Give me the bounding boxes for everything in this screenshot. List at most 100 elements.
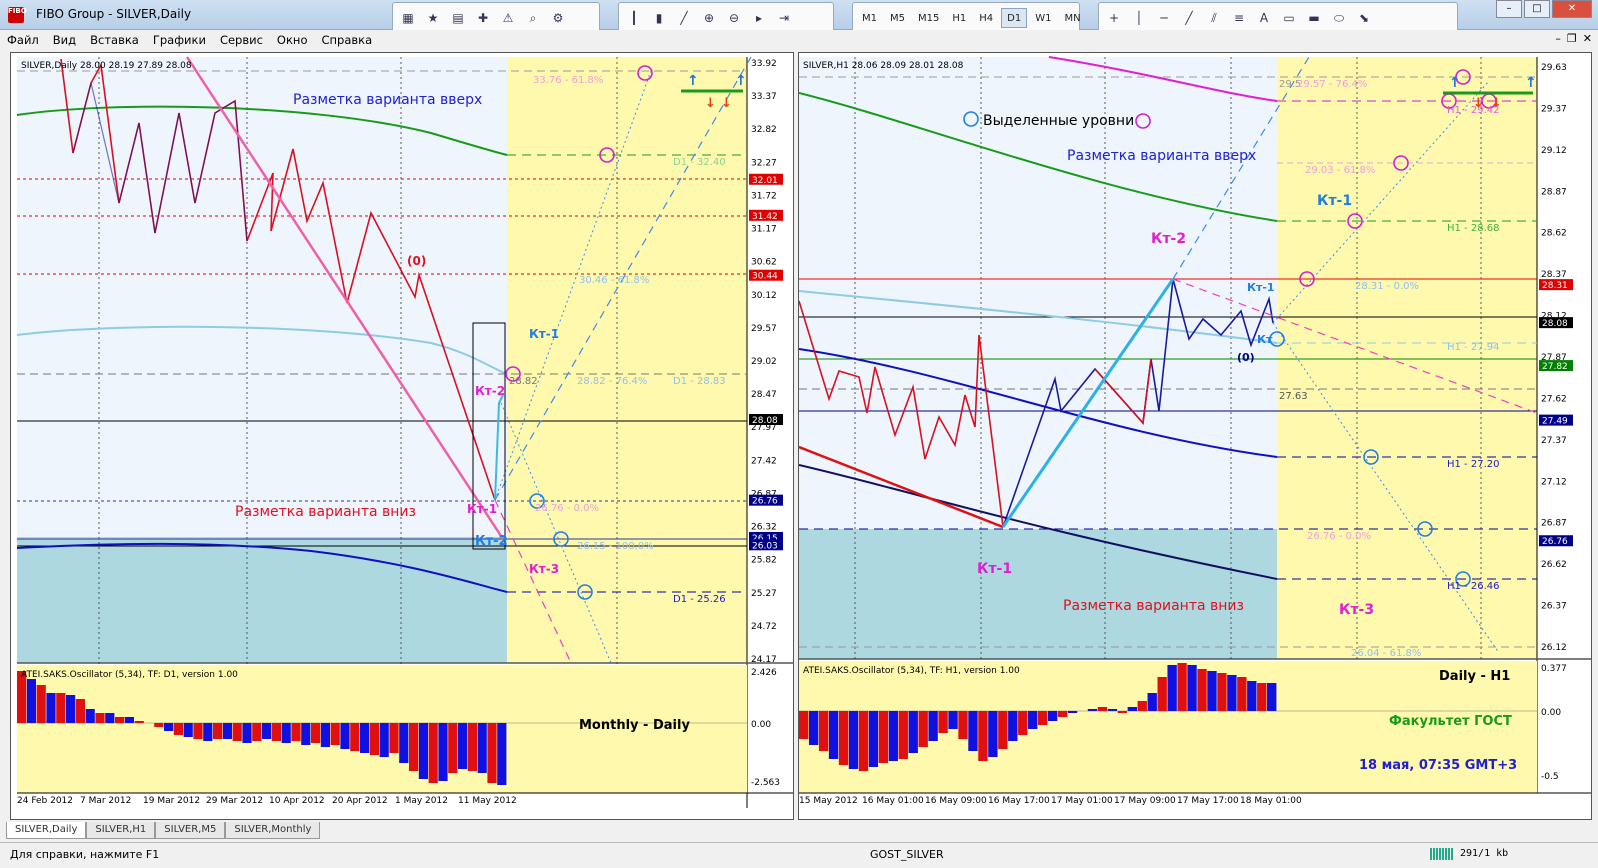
tf-m1-button[interactable]: M1 [857,8,882,28]
line-chart-icon[interactable]: ╱ [673,8,695,28]
menu-insert[interactable]: Вставка [83,33,146,47]
right-osc-bar [1087,709,1098,711]
new-order-icon[interactable]: ✚ [472,8,494,28]
minimize-button[interactable]: – [1496,0,1522,18]
right-kt-small2: Кт [1257,333,1273,346]
right-level-h1-2646: H1 - 26.46 [1447,581,1499,592]
left-up-arrow-icon-2: ↑ [735,73,747,89]
close-button[interactable]: ✕ [1552,0,1592,18]
zoom-out-icon[interactable]: ⊖ [723,8,745,28]
right-up-arrow-icon-2: ↑ [1525,75,1537,91]
mdi-minimize-icon[interactable]: – [1555,32,1561,45]
right-chart-window[interactable]: ↑ ↑ ↓ ↓ SILVER,H1 28.06 28.09 28.01 28.0… [798,52,1592,820]
mdi-restore-icon[interactable]: ❐ [1567,32,1577,45]
right-level-2763: 27.63 [1279,391,1308,402]
tab-silver-daily[interactable]: SILVER,Daily [6,822,87,839]
right-kt3-magenta: Кт-3 [1339,602,1374,618]
left-osc-bar [458,723,468,769]
channel-icon[interactable]: ⫽ [1203,8,1225,28]
left-osc-bar [95,713,105,723]
left-osc-bar [105,713,115,723]
right-kt1-magenta: Кт-1 [977,561,1012,577]
right-up-arrow-icon: ↑ [1449,75,1461,91]
right-price-tag: 28.08 [1542,319,1568,329]
right-date-label: 16 May 01:00 [862,796,924,806]
status-bar: Для справки, нажмите F1 GOST_SILVER 291/… [0,842,1598,868]
right-level-h1-2720: H1 - 27.20 [1447,459,1499,470]
right-level-h1-2794: H1 - 27.94 [1447,342,1499,353]
left-date-label: 1 May 2012 [395,796,448,806]
left-chart-svg[interactable]: ↑ ↑ ↓ ↓ SILVER,Daily 28.00 28.19 27.89 2… [11,53,794,820]
fibonacci-icon[interactable]: ≡ [1228,8,1250,28]
left-kt1-blue: Кт-1 [529,327,559,341]
ellipse-icon[interactable]: ⬭ [1328,8,1350,28]
left-osc-bar [115,717,125,723]
right-osc-bar [799,711,809,739]
alert-icon[interactable]: ⚠ [497,8,519,28]
left-osc-bar [301,723,311,745]
label-icon[interactable]: ▭ [1278,8,1300,28]
autoscroll-icon[interactable]: ▸ [748,8,770,28]
right-level-h1-2868: H1 - 28.68 [1447,223,1499,234]
menu-view[interactable]: Вид [46,33,83,47]
vertical-line-icon[interactable]: │ [1128,8,1150,28]
left-osc-bar [252,723,262,741]
rectangle-icon[interactable]: ▬ [1303,8,1325,28]
right-osc-bar [1177,663,1187,711]
menu-window[interactable]: Окно [270,33,315,47]
tf-m5-button[interactable]: M5 [885,8,910,28]
left-osc-bar [467,723,477,771]
market-watch-icon[interactable]: ▤ [447,8,469,28]
zoom-in-icon[interactable]: ⊕ [698,8,720,28]
right-price-label: 29.12 [1541,146,1567,156]
right-osc-caption3: 18 мая, 07:35 GMT+3 [1359,758,1517,773]
trendline-icon[interactable]: ╱ [1178,8,1200,28]
horizontal-line-icon[interactable]: ─ [1153,8,1175,28]
right-price-label: 27.62 [1541,394,1567,404]
tf-w1-button[interactable]: W1 [1030,8,1056,28]
left-kt2-magenta: Кт-2 [475,384,505,398]
right-osc-bar [958,711,968,739]
left-price-label: 33.92 [751,59,777,69]
menu-help[interactable]: Справка [314,33,379,47]
bar-chart-icon[interactable]: ┃ [623,8,645,28]
left-osc-bar [134,721,144,723]
menu-file[interactable]: Файл [0,33,46,47]
left-kt3-magenta: Кт-3 [529,562,559,576]
left-osc-bar [340,723,350,749]
new-chart-icon[interactable]: ▦ [397,8,419,28]
right-osc-bar [1107,709,1118,711]
crosshair-icon[interactable]: + [1103,8,1125,28]
text-icon[interactable]: A [1253,8,1275,28]
left-price-tag: 31.42 [752,212,778,222]
mdi-close-icon[interactable]: ✕ [1583,32,1592,45]
right-osc-bar [1257,683,1267,711]
menu-tools[interactable]: Сервис [213,33,270,47]
tf-d1-button[interactable]: D1 [1001,8,1028,28]
right-osc-bar [838,711,849,765]
right-chart-svg[interactable]: ↑ ↑ ↓ ↓ SILVER,H1 28.06 28.09 28.01 28.0… [799,53,1592,820]
tab-silver-h1[interactable]: SILVER,H1 [86,822,156,839]
left-chart-window[interactable]: ↑ ↑ ↓ ↓ SILVER,Daily 28.00 28.19 27.89 2… [10,52,794,820]
right-date-label: 17 May 17:00 [1177,796,1239,806]
tab-silver-m5[interactable]: SILVER,M5 [155,822,226,839]
chart-shift-icon[interactable]: ⇥ [773,8,795,28]
tf-mn-button[interactable]: MN [1059,8,1085,28]
expert-advisor-icon[interactable]: ⚙ [547,8,569,28]
maximize-button[interactable]: □ [1524,0,1550,18]
left-down-arrow-icon-2: ↓ [721,96,732,111]
right-price-label: 26.87 [1541,519,1567,529]
tf-h1-button[interactable]: H1 [947,8,971,28]
menu-charts[interactable]: Графики [146,33,213,47]
left-up-arrow-icon: ↑ [687,73,699,89]
candle-chart-icon[interactable]: ▮ [648,8,670,28]
tf-m15-button[interactable]: M15 [913,8,944,28]
tab-silver-monthly[interactable]: SILVER,Monthly [225,822,321,839]
left-osc-bar [203,723,213,741]
tf-h4-button[interactable]: H4 [974,8,998,28]
search-icon[interactable]: ⌕ [522,8,544,28]
profiles-icon[interactable]: ★ [422,8,444,28]
left-level-d1-2526: D1 - 25.26 [673,594,726,605]
left-osc-bar [46,693,56,723]
arrows-icon[interactable]: ⬊ [1353,8,1375,28]
